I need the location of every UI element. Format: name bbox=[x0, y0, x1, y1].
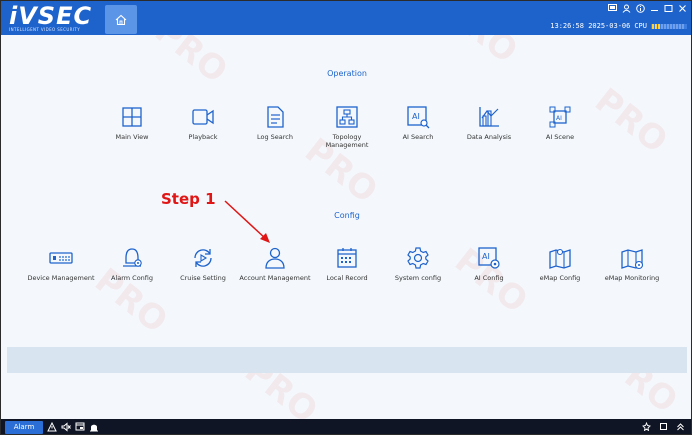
topology-icon bbox=[336, 106, 358, 128]
tile-label: eMap Config bbox=[539, 274, 581, 282]
alarm-bell-icon bbox=[123, 248, 142, 267]
tile-topology-management[interactable]: Topology Management bbox=[311, 105, 383, 149]
tile-playback[interactable]: Playback bbox=[167, 105, 239, 141]
arrow-annotation-icon bbox=[224, 200, 270, 243]
user-icon bbox=[265, 247, 285, 269]
tile-main-view[interactable]: Main View bbox=[96, 105, 168, 141]
config-title: Config bbox=[334, 211, 360, 220]
app-window: PRO PRO PRO PRO PRO PRO PRO PRO iVSEC IN… bbox=[0, 0, 692, 435]
top-bar: iVSEC INTELLIGENT VIDEO SECURITY 13:26:5… bbox=[1, 1, 691, 35]
bottom-right-controls bbox=[642, 422, 685, 431]
device-icon bbox=[49, 252, 73, 264]
svg-text:AI: AI bbox=[556, 115, 562, 122]
bottom-tools bbox=[47, 422, 99, 432]
grid-window-icon bbox=[122, 107, 142, 127]
document-icon bbox=[267, 106, 284, 128]
close-icon[interactable] bbox=[678, 4, 687, 13]
tile-local-record[interactable]: Local Record bbox=[311, 246, 383, 282]
tile-label: Playback bbox=[188, 133, 218, 141]
tile-emap-monitoring[interactable]: eMap Monitoring bbox=[596, 246, 668, 282]
calendar-icon bbox=[337, 248, 357, 268]
home-icon bbox=[115, 14, 127, 25]
tile-label: AI Scene bbox=[545, 133, 575, 141]
brand-logo: iVSEC INTELLIGENT VIDEO SECURITY bbox=[9, 2, 93, 32]
step-annotation: Step 1 bbox=[161, 190, 216, 208]
logo-tagline: INTELLIGENT VIDEO SECURITY bbox=[9, 27, 81, 32]
tile-label: Log Search bbox=[256, 133, 293, 141]
tile-ai-scene[interactable]: AI AI Scene bbox=[524, 105, 596, 141]
fullscreen-icon[interactable] bbox=[659, 422, 668, 431]
ai-scene-icon: AI bbox=[549, 106, 571, 128]
tile-label: eMap Monitoring bbox=[604, 274, 660, 282]
double-chevron-up-icon[interactable] bbox=[676, 422, 685, 431]
tile-label: Data Analysis bbox=[466, 133, 512, 141]
window-controls bbox=[608, 4, 687, 13]
warning-icon[interactable] bbox=[47, 422, 57, 432]
bottom-bar: Alarm bbox=[1, 419, 691, 434]
user-lock-icon[interactable] bbox=[622, 4, 631, 13]
clock-text: 13:26:58 2025-03-06 bbox=[550, 22, 631, 30]
tile-label: Alarm Config bbox=[110, 274, 154, 282]
chart-icon bbox=[479, 107, 499, 127]
tile-alarm-config[interactable]: Alarm Config bbox=[96, 246, 168, 282]
operation-title: Operation bbox=[327, 69, 367, 78]
cpu-label: CPU bbox=[634, 22, 647, 30]
pin-icon[interactable] bbox=[642, 422, 651, 431]
tile-label: Account Management bbox=[239, 274, 311, 282]
logo-text: iVSEC bbox=[9, 2, 93, 30]
tile-log-search[interactable]: Log Search bbox=[239, 105, 311, 141]
svg-text:AI: AI bbox=[412, 112, 420, 121]
tile-label: Main View bbox=[115, 133, 149, 141]
status-area: 13:26:58 2025-03-06 CPU bbox=[550, 22, 687, 30]
watermark: PRO bbox=[587, 80, 675, 162]
tile-emap-config[interactable]: eMap Config bbox=[524, 246, 596, 282]
minimize-icon[interactable] bbox=[650, 4, 659, 13]
map-pin-icon bbox=[549, 248, 571, 269]
map-monitor-icon bbox=[621, 249, 644, 270]
tile-label: Topology Management bbox=[325, 133, 369, 149]
ai-config-icon: AI bbox=[478, 247, 500, 269]
tile-account-management[interactable]: Account Management bbox=[239, 246, 311, 282]
info-strip bbox=[7, 347, 687, 373]
ai-search-icon: AI bbox=[407, 106, 430, 129]
tile-ai-config[interactable]: AI AI Config bbox=[453, 246, 525, 282]
tile-device-management[interactable]: Device Management bbox=[25, 246, 97, 282]
tile-label: System config bbox=[394, 274, 442, 282]
tile-label: Device Management bbox=[27, 274, 95, 282]
screen-icon[interactable] bbox=[608, 4, 617, 13]
cruise-icon bbox=[194, 249, 212, 267]
tile-label: Local Record bbox=[326, 274, 368, 282]
tile-system-config[interactable]: System config bbox=[382, 246, 454, 282]
video-camera-icon bbox=[192, 109, 214, 125]
tile-ai-search[interactable]: AI AI Search bbox=[382, 105, 454, 141]
lock-icon[interactable] bbox=[89, 422, 99, 432]
tile-label: Cruise Setting bbox=[180, 274, 226, 282]
home-tab[interactable] bbox=[105, 5, 137, 34]
mute-icon[interactable] bbox=[61, 422, 71, 432]
screen-layout-icon[interactable] bbox=[75, 422, 85, 432]
svg-text:AI: AI bbox=[482, 252, 490, 261]
cpu-meter bbox=[651, 23, 687, 29]
maximize-icon[interactable] bbox=[664, 4, 673, 13]
tile-label: AI Config bbox=[474, 274, 504, 282]
tile-cruise-setting[interactable]: Cruise Setting bbox=[167, 246, 239, 282]
info-icon[interactable] bbox=[636, 4, 645, 13]
tile-data-analysis[interactable]: Data Analysis bbox=[453, 105, 525, 141]
alarm-button[interactable]: Alarm bbox=[5, 421, 43, 434]
gear-icon bbox=[407, 247, 429, 269]
tile-label: AI Search bbox=[402, 133, 434, 141]
